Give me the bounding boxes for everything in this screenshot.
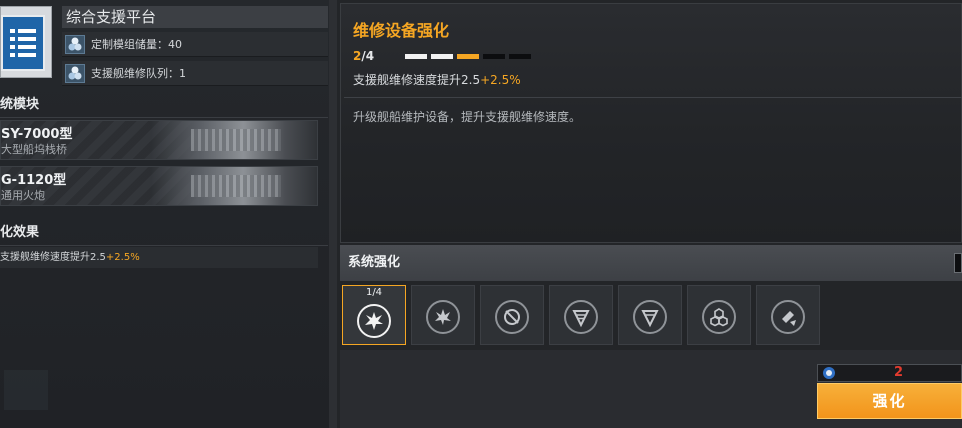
- level-pip: [457, 54, 479, 59]
- slot-drill-alt[interactable]: [618, 285, 682, 345]
- effect-bonus: +2.5%: [105, 252, 140, 263]
- platform-icon: [0, 6, 52, 78]
- system-heading-label: 系统强化: [348, 255, 401, 270]
- level-pip: [405, 54, 427, 59]
- upgrade-stat: 支援舰维修速度提升2.5+2.5%: [353, 71, 521, 88]
- rocket-icon: [782, 311, 796, 326]
- blast-icon: [435, 309, 451, 325]
- platform-title: 综合支援平台: [62, 6, 328, 28]
- slot-explosion[interactable]: 1/4: [342, 285, 406, 345]
- slot-level: 1/4: [365, 287, 383, 298]
- level-pip: [483, 54, 505, 59]
- module-storage-label: 定制模组储量：40: [91, 38, 182, 51]
- module-desc: 通用火炮: [1, 189, 45, 202]
- level-pip: [431, 54, 453, 59]
- module-card-g1120[interactable]: G-1120型 通用火炮: [0, 166, 318, 206]
- upgrade-title: 维修设备强化: [353, 21, 450, 40]
- cost-count: 2: [894, 365, 904, 380]
- cost-bar: 2: [817, 364, 962, 382]
- upgrade-slots: 1/4: [342, 285, 820, 345]
- hazard-icon: [504, 309, 520, 325]
- drill-alt-icon: [641, 310, 659, 328]
- modules-heading: 统模块: [0, 92, 328, 118]
- effects-heading: 化效果: [0, 220, 328, 246]
- effect-row: 支援舰维修速度提升2.5+2.5%: [0, 247, 318, 268]
- list-icon: [10, 29, 36, 57]
- module-card-sy7000[interactable]: SY-7000型 大型船坞栈桥: [0, 120, 318, 160]
- module-storage-icon: [65, 35, 85, 54]
- module-storage-stat: 定制模组储量：40: [62, 32, 328, 57]
- enhance-button[interactable]: 强化: [817, 383, 962, 419]
- background-tile: [4, 370, 48, 410]
- upgrade-stat-text: 支援舰维修速度提升2.5: [353, 73, 481, 87]
- repair-queue-stat: 支援舰维修队列：1: [62, 61, 328, 86]
- slot-cluster[interactable]: [687, 285, 751, 345]
- divider: [344, 97, 962, 98]
- slot-rocket[interactable]: [756, 285, 820, 345]
- level-pips: [405, 54, 531, 59]
- corner-tab: [954, 253, 962, 273]
- module-desc: 大型船坞栈桥: [1, 143, 67, 156]
- repair-queue-icon: [65, 64, 85, 83]
- upgrade-level: 2/4: [353, 49, 374, 63]
- left-panel: 综合支援平台 定制模组储量：40 支援舰维修队列：1 统模块 SY-7000型 …: [0, 0, 337, 428]
- repair-queue-label: 支援舰维修队列：1: [91, 67, 186, 80]
- panel-divider: [329, 0, 337, 428]
- module-name: SY-7000型: [1, 127, 73, 142]
- drill-icon: [572, 310, 590, 328]
- upgrade-description: 升级舰船维护设备，提升支援舰维修速度。: [353, 110, 582, 124]
- slot-blast[interactable]: [411, 285, 475, 345]
- module-image: [151, 121, 317, 159]
- module-image: [151, 167, 317, 205]
- slot-drill[interactable]: [549, 285, 613, 345]
- cluster-icon: [710, 308, 728, 327]
- slot-hazard[interactable]: [480, 285, 544, 345]
- currency-icon: [823, 367, 835, 379]
- level-total: /4: [361, 49, 375, 63]
- upgrade-stat-bonus: +2.5%: [480, 73, 521, 87]
- effect-text: 支援舰维修速度提升2.5: [0, 252, 106, 263]
- system-upgrade-heading: 系统强化: [340, 245, 962, 281]
- explosion-icon: [365, 312, 383, 330]
- level-pip: [509, 54, 531, 59]
- module-name: G-1120型: [1, 173, 67, 188]
- upgrade-detail: 维修设备强化 2/4 支援舰维修速度提升2.5+2.5% 升级舰船维护设备，提升…: [340, 3, 962, 243]
